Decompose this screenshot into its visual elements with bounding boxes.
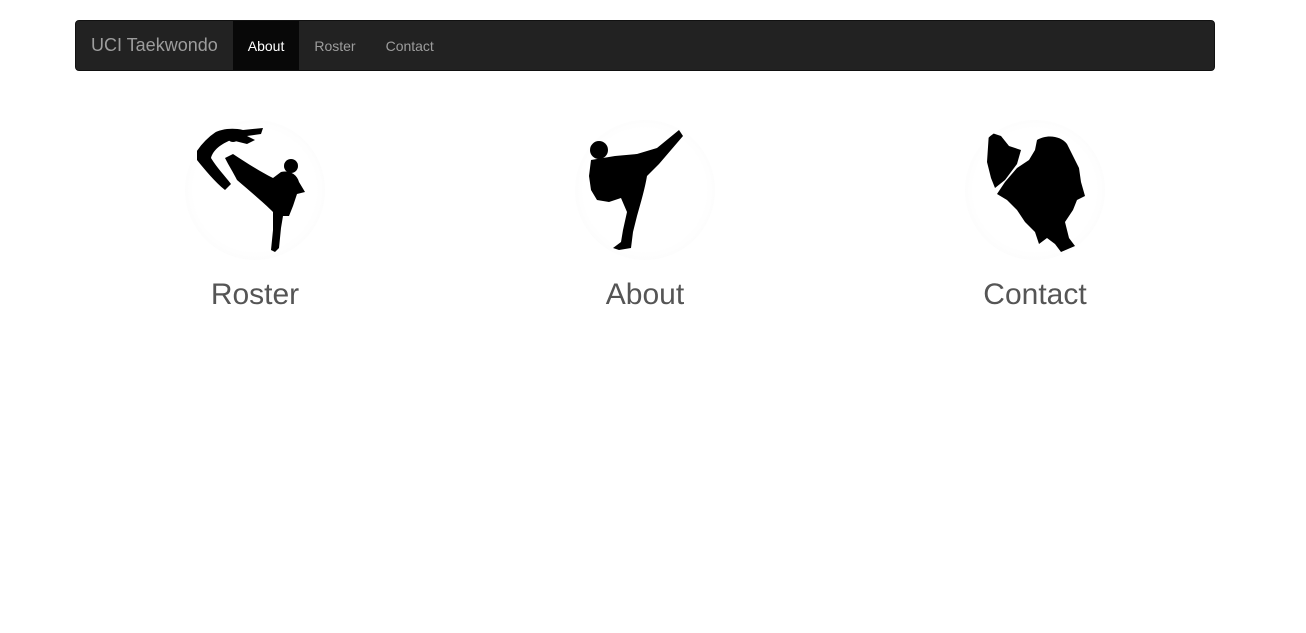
high-kick-silhouette-icon[interactable] xyxy=(575,120,715,260)
feature-cards: Roster About Contact xyxy=(60,120,1230,311)
nav-item-contact[interactable]: Contact xyxy=(371,21,449,70)
nav-menu: About Roster Contact xyxy=(232,21,449,70)
card-title-contact: Contact xyxy=(983,278,1087,311)
card-about[interactable]: About xyxy=(450,120,840,311)
nav-item-about[interactable]: About xyxy=(232,21,300,70)
brand-link[interactable]: UCI Taekwondo xyxy=(76,21,233,70)
card-title-roster: Roster xyxy=(210,278,300,311)
navbar: UCI Taekwondo About Roster Contact xyxy=(75,20,1215,71)
card-title-about: About xyxy=(605,278,685,311)
card-roster[interactable]: Roster xyxy=(60,120,450,311)
jump-kick-silhouette-icon[interactable] xyxy=(185,120,325,260)
side-kick-silhouette-icon[interactable] xyxy=(965,120,1105,260)
card-contact[interactable]: Contact xyxy=(840,120,1230,311)
nav-item-roster[interactable]: Roster xyxy=(299,21,370,70)
